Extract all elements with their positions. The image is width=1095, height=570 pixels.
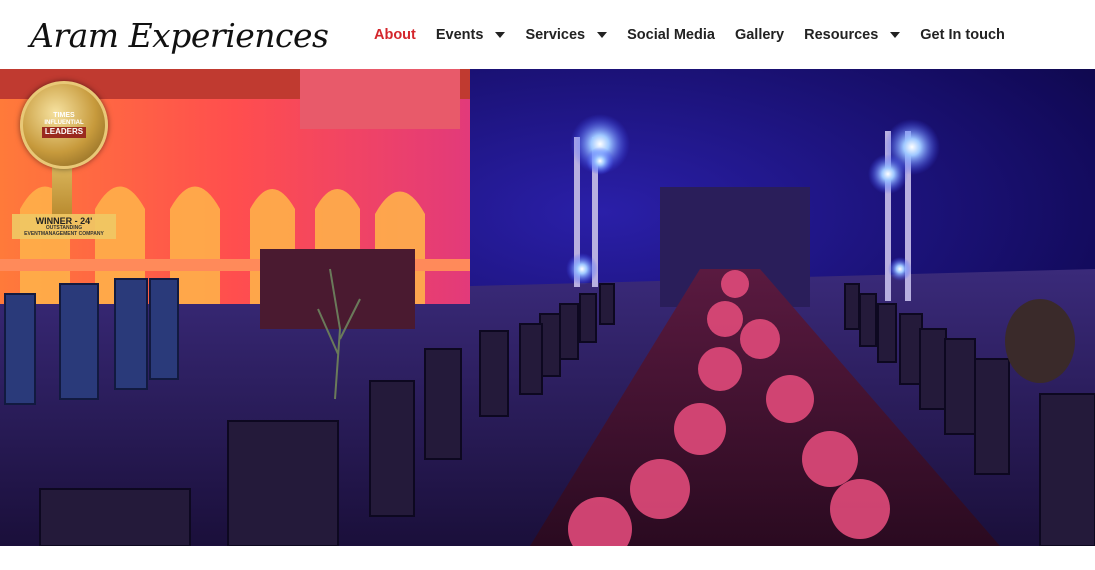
nav-about[interactable]: About	[374, 27, 416, 43]
badge-winner-label: WINNER - 24' OUTSTANDING EVENTMANAGEMENT…	[12, 214, 116, 239]
brand-logo[interactable]: Aram Experiences	[30, 2, 329, 68]
site-header: Aram Experiences About Events Services S…	[0, 0, 1095, 69]
nav-resources-label: Resources	[804, 26, 879, 43]
badge-line3: LEADERS	[41, 127, 87, 138]
nav-services-label: Services	[525, 26, 586, 43]
nav-get-in-touch-label: Get In touch	[920, 26, 1005, 43]
nav-get-in-touch[interactable]: Get In touch	[920, 27, 1005, 43]
nav-events-label: Events	[435, 26, 484, 43]
nav-gallery-label: Gallery	[734, 26, 785, 43]
award-badge: TIMES INFLUENTIAL LEADERS WINNER - 24' O…	[4, 69, 116, 249]
hero-image	[0, 69, 1095, 546]
award-medal-icon: TIMES INFLUENTIAL LEADERS	[20, 81, 108, 169]
nav-services[interactable]: Services	[525, 26, 608, 43]
chevron-down-icon[interactable]	[890, 31, 901, 38]
nav-gallery[interactable]: Gallery	[735, 27, 784, 43]
nav-about-label: About	[374, 26, 416, 43]
nav-social-media-label: Social Media	[627, 26, 715, 43]
main-nav: About Events Services Social Media Galle…	[374, 0, 1025, 69]
badge-ribbon	[52, 167, 72, 217]
badge-subtitle2: EVENTMANAGEMENT COMPANY	[24, 230, 104, 237]
badge-line2: INFLUENTIAL	[44, 119, 84, 126]
nav-events[interactable]: Events	[436, 27, 506, 43]
badge-line1: TIMES	[53, 112, 75, 120]
hero-event-photo	[0, 69, 1095, 546]
chevron-down-icon[interactable]	[495, 31, 506, 38]
chevron-down-icon[interactable]	[597, 31, 608, 38]
nav-social-media[interactable]: Social Media	[627, 27, 715, 43]
nav-resources[interactable]: Resources	[804, 26, 901, 43]
